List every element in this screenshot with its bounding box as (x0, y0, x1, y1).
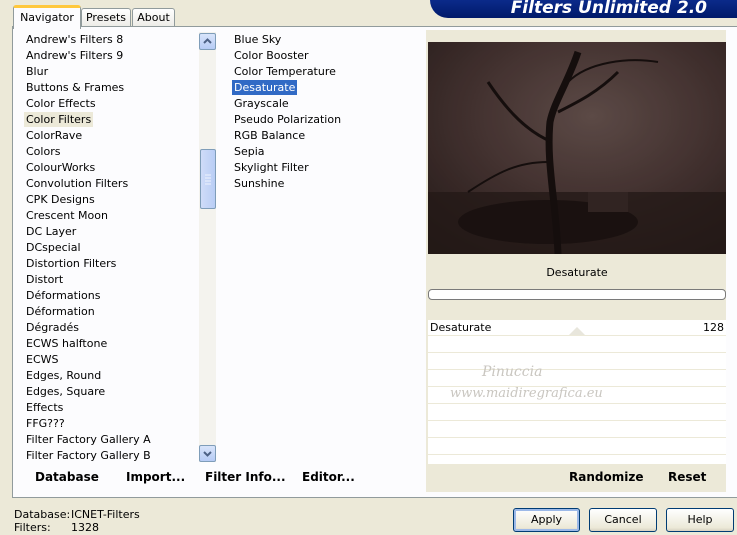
filter-item[interactable]: Sunshine (232, 176, 286, 191)
filter-item[interactable]: Pseudo Polarization (232, 112, 343, 127)
status-filters-value: 1328 (71, 521, 99, 534)
category-item[interactable]: Andrew's Filters 9 (24, 48, 125, 63)
filter-item[interactable]: Skylight Filter (232, 160, 311, 175)
category-item[interactable]: Filter Factory Gallery B (24, 448, 153, 463)
parameter-row-empty (428, 439, 726, 455)
category-item[interactable]: Colors (24, 144, 62, 159)
category-item[interactable]: Dégradés (24, 320, 81, 335)
category-item[interactable]: Distort (24, 272, 65, 287)
category-item[interactable]: Color Filters (24, 112, 94, 127)
preview-progress-bar (428, 289, 726, 300)
parameter-row-empty (428, 337, 726, 353)
filter-item[interactable]: Color Temperature (232, 64, 338, 79)
tab-presets[interactable]: Presets (81, 8, 131, 27)
category-item[interactable]: Crescent Moon (24, 208, 110, 223)
grip-icon (205, 174, 211, 185)
randomize-button[interactable]: Randomize (569, 470, 643, 484)
parameter-name: Desaturate (430, 321, 492, 334)
category-item[interactable]: Filter Factory Gallery A (24, 432, 153, 447)
scroll-thumb[interactable] (200, 149, 216, 209)
database-button[interactable]: Database (35, 470, 99, 484)
scroll-up-button[interactable] (199, 33, 216, 50)
category-item[interactable]: Color Effects (24, 96, 98, 111)
parameter-value: 128 (703, 321, 724, 334)
category-item[interactable]: ECWS (24, 352, 61, 367)
preview-landscape-image (428, 42, 726, 254)
parameter-list: Desaturate 128 Pinuccia www.maidiregrafi… (428, 320, 726, 464)
tab-navigator[interactable]: Navigator (13, 5, 81, 29)
category-item[interactable]: Distortion Filters (24, 256, 118, 271)
parameter-row[interactable]: Desaturate 128 (428, 320, 726, 336)
parameter-row-empty (428, 405, 726, 421)
category-item[interactable]: DCspecial (24, 240, 83, 255)
category-item[interactable]: Edges, Round (24, 368, 103, 383)
category-item[interactable]: CPK Designs (24, 192, 97, 207)
category-item[interactable]: FFG??? (24, 416, 67, 431)
category-item[interactable]: Convolution Filters (24, 176, 130, 191)
filter-info-button[interactable]: Filter Info... (205, 470, 286, 484)
tab-about[interactable]: About (132, 8, 175, 27)
category-list[interactable]: Andrew's Filters 8 Andrew's Filters 9 Blur… (24, 32, 198, 464)
category-item[interactable]: Effects (24, 400, 65, 415)
watermark-name: Pinuccia (482, 364, 543, 380)
watermark-url: www.maidiregrafica.eu (450, 386, 603, 401)
cancel-button[interactable]: Cancel (589, 508, 657, 532)
filter-list[interactable]: Blue Sky Color Booster Color Temperature De… (232, 32, 422, 192)
parameter-row-empty (428, 371, 726, 387)
filter-item[interactable]: Desaturate (232, 80, 298, 95)
category-item[interactable]: Déformation (24, 304, 97, 319)
filter-item[interactable]: Color Booster (232, 48, 311, 63)
status-database-label: Database: (14, 508, 71, 521)
reset-button[interactable]: Reset (668, 470, 706, 484)
slider-thumb-icon[interactable] (568, 326, 586, 336)
category-scrollbar[interactable] (199, 32, 216, 462)
parameter-row-empty (428, 354, 726, 370)
filter-item[interactable]: Blue Sky (232, 32, 283, 47)
chevron-down-icon (203, 451, 212, 457)
category-item[interactable]: Buttons & Frames (24, 80, 126, 95)
scroll-down-button[interactable] (199, 445, 216, 462)
filter-item[interactable]: Grayscale (232, 96, 291, 111)
status-filters-label: Filters: (14, 521, 51, 534)
category-item[interactable]: ECWS halftone (24, 336, 109, 351)
filter-item[interactable]: RGB Balance (232, 128, 307, 143)
parameter-row-empty (428, 422, 726, 438)
preview-filter-name: Desaturate (546, 266, 608, 279)
category-item[interactable]: DC Layer (24, 224, 78, 239)
category-item[interactable]: Déformations (24, 288, 102, 303)
preview-image (428, 42, 726, 254)
category-item[interactable]: Edges, Square (24, 384, 107, 399)
category-item[interactable]: ColourWorks (24, 160, 97, 175)
help-button[interactable]: Help (666, 508, 734, 532)
status-database-value: ICNET-Filters (71, 508, 140, 521)
category-item[interactable]: Andrew's Filters 8 (24, 32, 125, 47)
category-item[interactable]: Blur (24, 64, 50, 79)
chevron-up-icon (203, 38, 212, 44)
apply-button[interactable]: Apply (513, 508, 580, 532)
editor-button[interactable]: Editor... (302, 470, 355, 484)
app-banner: Filters Unlimited 2.0 (430, 0, 737, 18)
filter-item[interactable]: Sepia (232, 144, 267, 159)
import-button[interactable]: Import... (126, 470, 185, 484)
category-item[interactable]: ColorRave (24, 128, 84, 143)
